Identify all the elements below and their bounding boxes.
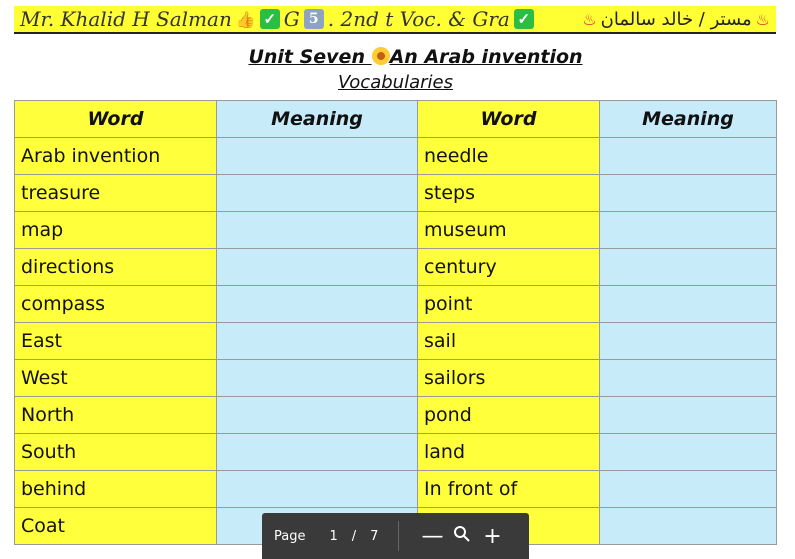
table-row: behind In front of <box>14 470 777 508</box>
meaning-cell <box>216 359 418 397</box>
word-cell: behind <box>14 470 217 508</box>
zoom-icon[interactable] <box>447 524 477 549</box>
word-cell: century <box>417 248 600 286</box>
author-name-arabic: مستر / خالد سالمان <box>600 8 752 30</box>
word-cell: museum <box>417 211 600 249</box>
unit-name: An Arab invention <box>389 46 583 68</box>
meaning-cell <box>216 211 418 249</box>
page-toolbar: Page 1 / 7 — + <box>262 513 529 559</box>
word-cell: treasure <box>14 174 217 212</box>
page-title: Unit Seven An Arab invention <box>0 46 795 68</box>
word-cell: Arab invention <box>14 137 217 175</box>
meaning-cell <box>599 285 777 323</box>
table-row: East sail <box>14 322 777 360</box>
word-cell: North <box>14 396 217 434</box>
word-cell: East <box>14 322 217 360</box>
word-cell: sailors <box>417 359 600 397</box>
meaning-cell <box>216 137 418 175</box>
header-right: ♨ مستر / خالد سالمان ♨ <box>582 9 770 30</box>
meaning-cell <box>216 396 418 434</box>
word-cell: South <box>14 433 217 471</box>
meaning-cell <box>216 285 418 323</box>
word-cell: pond <box>417 396 600 434</box>
toolbar-divider <box>398 521 400 551</box>
magnifier-icon <box>454 525 471 542</box>
page-subtitle: Vocabularies <box>338 72 453 93</box>
table-row: Arab invention needle <box>14 137 777 175</box>
word-cell: point <box>417 285 600 323</box>
meaning-cell <box>599 322 777 360</box>
unit-label: Unit Seven <box>248 46 372 68</box>
header-left: Mr. Khalid H Salman 👍 ✓ G 5 . 2nd t Voc.… <box>20 7 534 31</box>
check-icon: ✓ <box>513 9 534 29</box>
meaning-cell <box>216 470 418 508</box>
thumbs-up-icon: 👍 <box>235 9 256 29</box>
table-row: West sailors <box>14 359 777 397</box>
meaning-cell <box>216 433 418 471</box>
table-row: North pond <box>14 396 777 434</box>
meaning-cell <box>599 507 777 545</box>
word-cell: directions <box>14 248 217 286</box>
table-row: South land <box>14 433 777 471</box>
meaning-cell <box>599 211 777 249</box>
meaning-cell <box>599 470 777 508</box>
word-cell: land <box>417 433 600 471</box>
vocabulary-table: Word Meaning Word Meaning Arab invention… <box>14 100 777 545</box>
word-cell: steps <box>417 174 600 212</box>
hot-springs-icon: ♨ <box>755 9 770 29</box>
meaning-cell <box>599 359 777 397</box>
header-word-2: Word <box>417 100 600 138</box>
total-pages: 7 <box>370 528 379 544</box>
table-row: directions century <box>14 248 777 286</box>
meaning-cell <box>216 248 418 286</box>
word-cell: West <box>14 359 217 397</box>
flower-icon <box>371 47 390 65</box>
meaning-cell <box>599 433 777 471</box>
author-name: Mr. Khalid H Salman <box>20 7 232 31</box>
hot-springs-icon: ♨ <box>582 9 597 29</box>
table-row: compass point <box>14 285 777 323</box>
zoom-out-button[interactable]: — <box>417 524 447 549</box>
table-row: map museum <box>14 211 777 249</box>
current-page-input[interactable]: 1 <box>329 529 337 544</box>
meaning-cell <box>599 174 777 212</box>
course-text: . 2nd t Voc. & Gra <box>327 7 510 31</box>
header-meaning-2: Meaning <box>599 100 777 138</box>
meaning-cell <box>216 174 418 212</box>
page-separator: / <box>351 528 357 544</box>
table-row: treasure steps <box>14 174 777 212</box>
meaning-cell <box>599 248 777 286</box>
word-cell: Coat <box>14 507 217 545</box>
meaning-cell <box>599 396 777 434</box>
word-cell: compass <box>14 285 217 323</box>
meaning-cell <box>216 322 418 360</box>
check-icon: ✓ <box>259 9 280 29</box>
word-cell: In front of <box>417 470 600 508</box>
grade-prefix: G <box>283 7 300 31</box>
header-meaning-1: Meaning <box>216 100 418 138</box>
header-band: Mr. Khalid H Salman 👍 ✓ G 5 . 2nd t Voc.… <box>14 6 776 34</box>
header-word-1: Word <box>14 100 217 138</box>
page-label: Page <box>274 528 306 544</box>
grade-number-badge: 5 <box>303 9 324 29</box>
word-cell: needle <box>417 137 600 175</box>
zoom-in-button[interactable]: + <box>477 524 507 549</box>
word-cell: map <box>14 211 217 249</box>
meaning-cell <box>599 137 777 175</box>
word-cell: sail <box>417 322 600 360</box>
